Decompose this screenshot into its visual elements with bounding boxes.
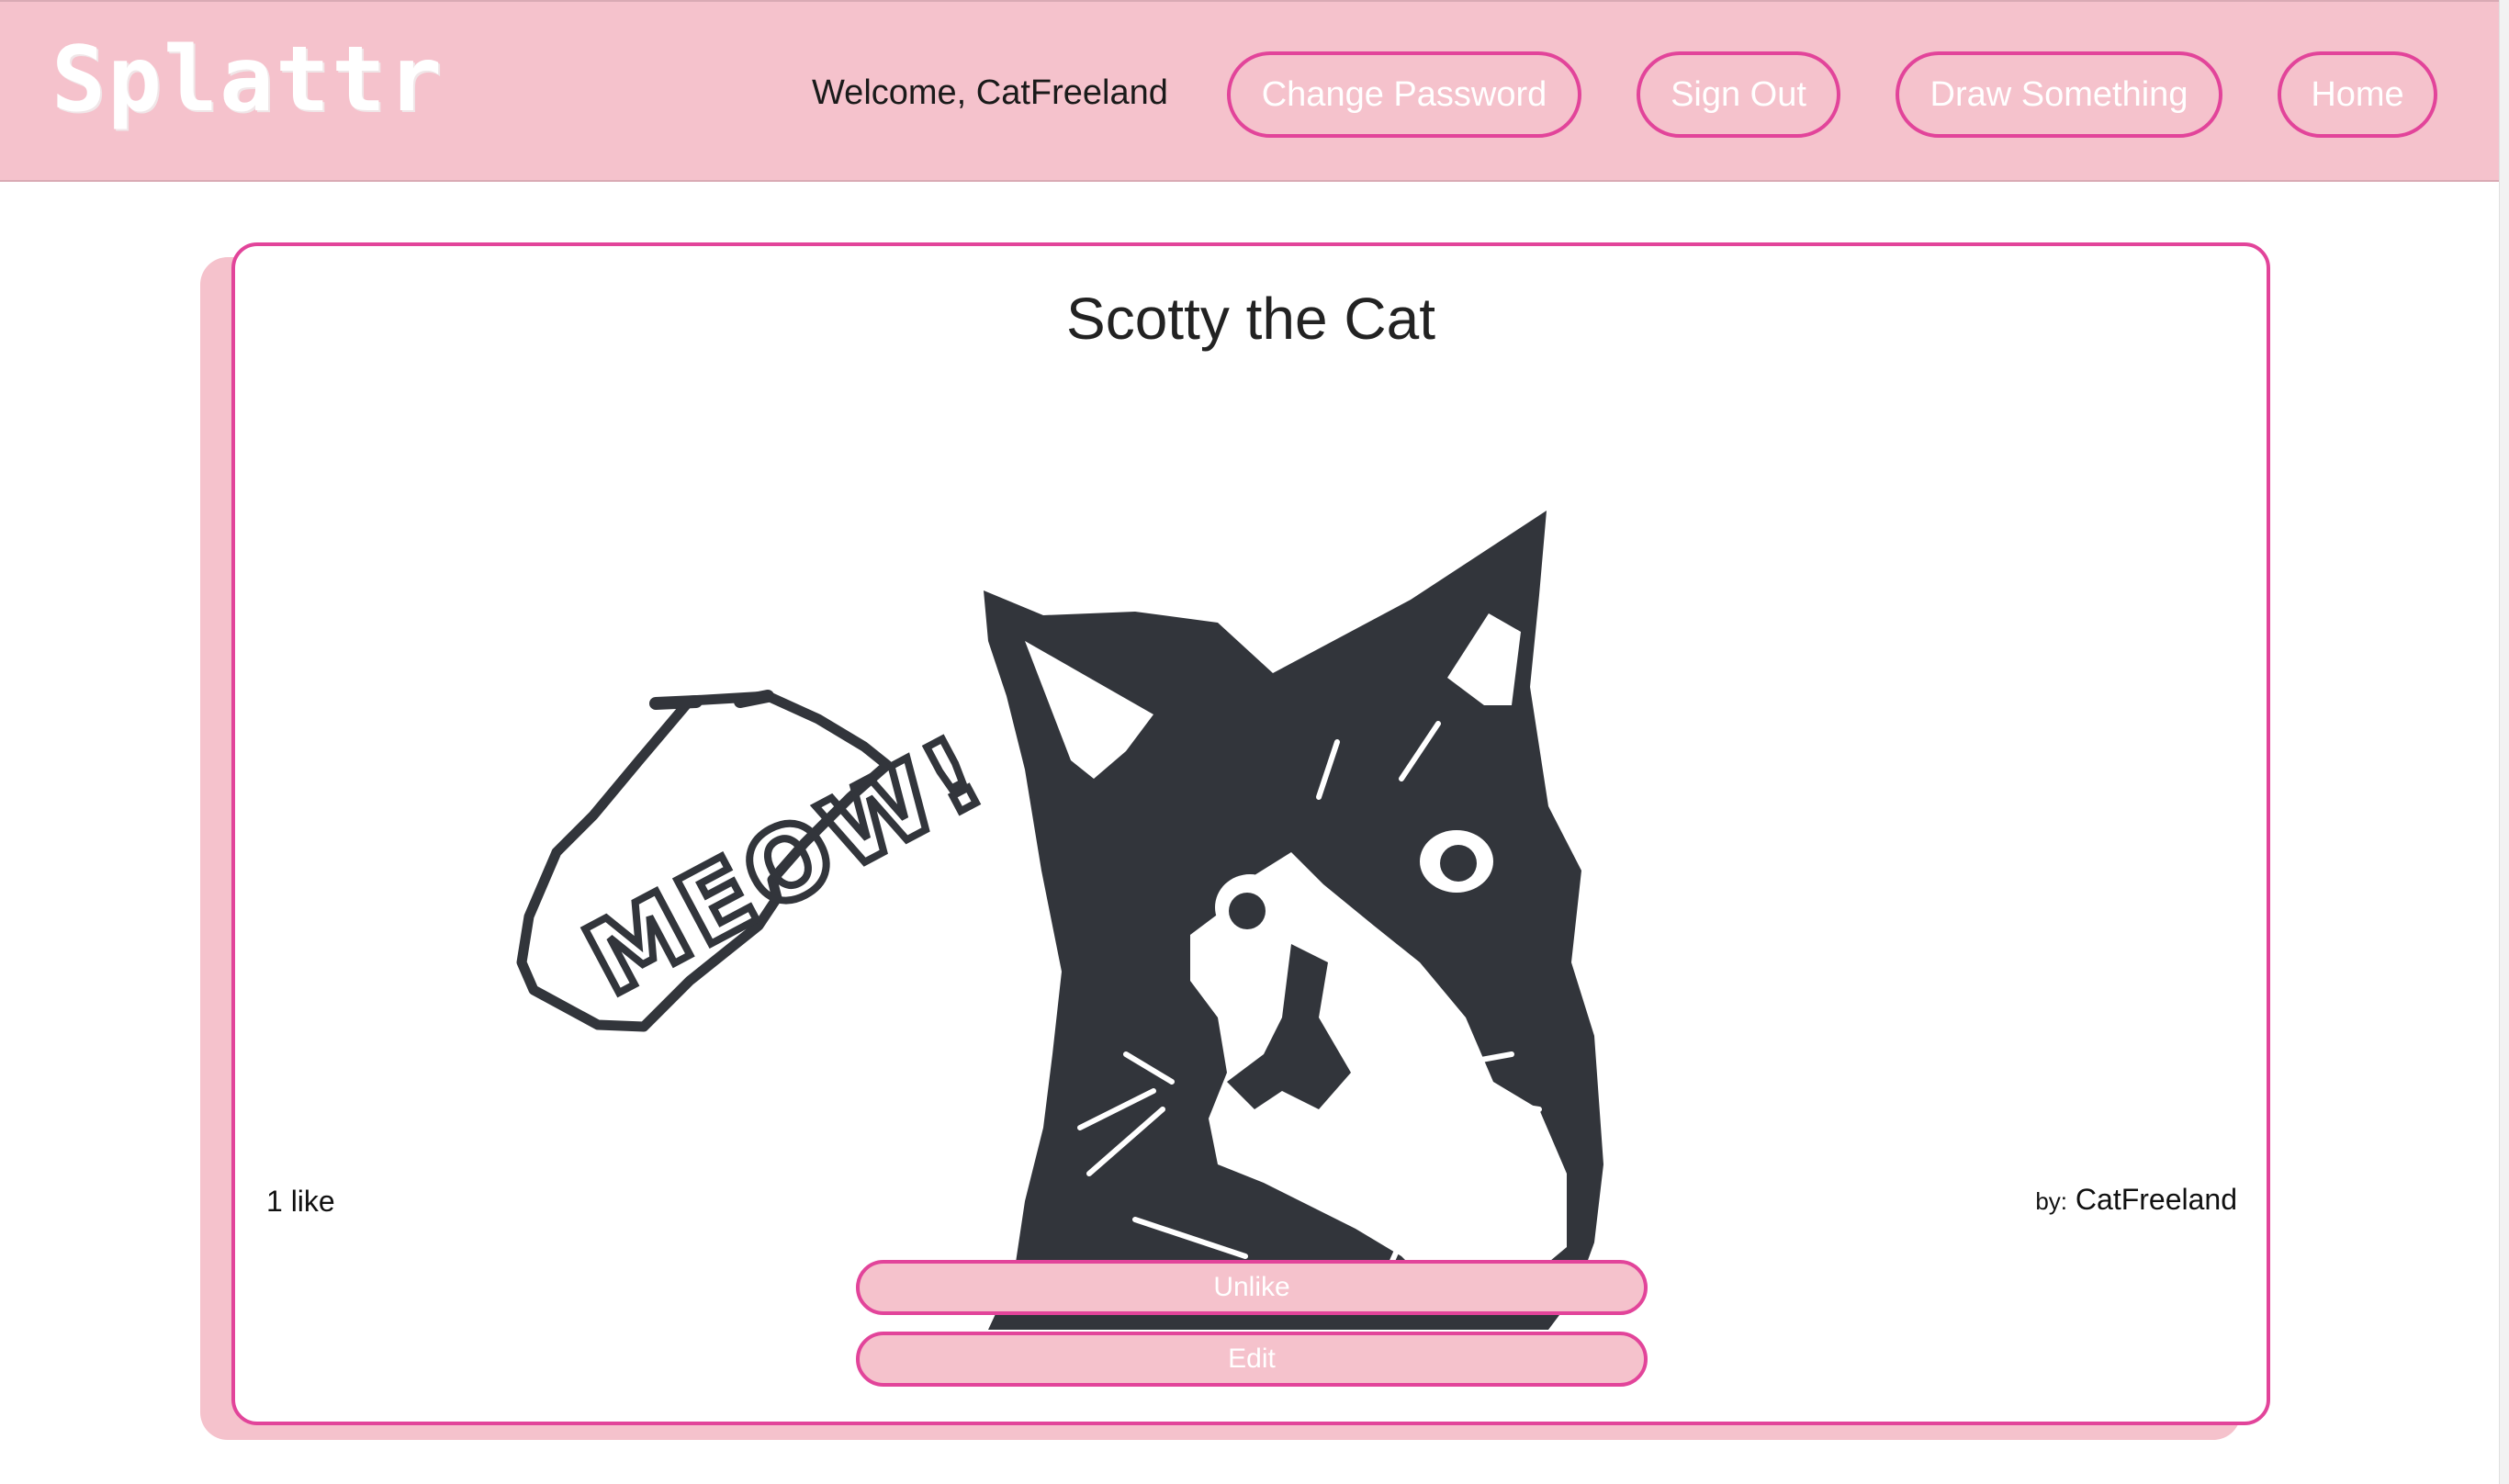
page: Splattr Welcome, CatFreeland Change Pass… [0, 0, 2509, 1484]
welcome-message: Welcome, CatFreeland [812, 73, 1168, 112]
drawing-card: Scotty the Cat MEOW! 1 like by: CatFreel… [231, 242, 2270, 1425]
scrollbar[interactable] [2499, 0, 2509, 1484]
draw-something-button[interactable]: Draw Something [1896, 51, 2222, 138]
author-prefix: by: [2035, 1187, 2068, 1215]
navbar: Splattr Welcome, CatFreeland Change Pass… [0, 0, 2500, 182]
edit-button[interactable]: Edit [856, 1332, 1648, 1387]
author-name[interactable]: CatFreeland [2076, 1183, 2237, 1216]
cat-drawing-image: MEOW! [516, 511, 1603, 1330]
home-button[interactable]: Home [2278, 51, 2437, 138]
change-password-button[interactable]: Change Password [1227, 51, 1581, 138]
sign-out-button[interactable]: Sign Out [1637, 51, 1840, 138]
splattr-logo[interactable]: Splattr [51, 28, 444, 132]
drawing-title: Scotty the Cat [1066, 286, 1435, 352]
author-credit: by: CatFreeland [2035, 1183, 2237, 1217]
cat-silhouette [984, 511, 1603, 1330]
like-count: 1 like [266, 1185, 335, 1218]
unlike-button[interactable]: Unlike [856, 1260, 1648, 1315]
